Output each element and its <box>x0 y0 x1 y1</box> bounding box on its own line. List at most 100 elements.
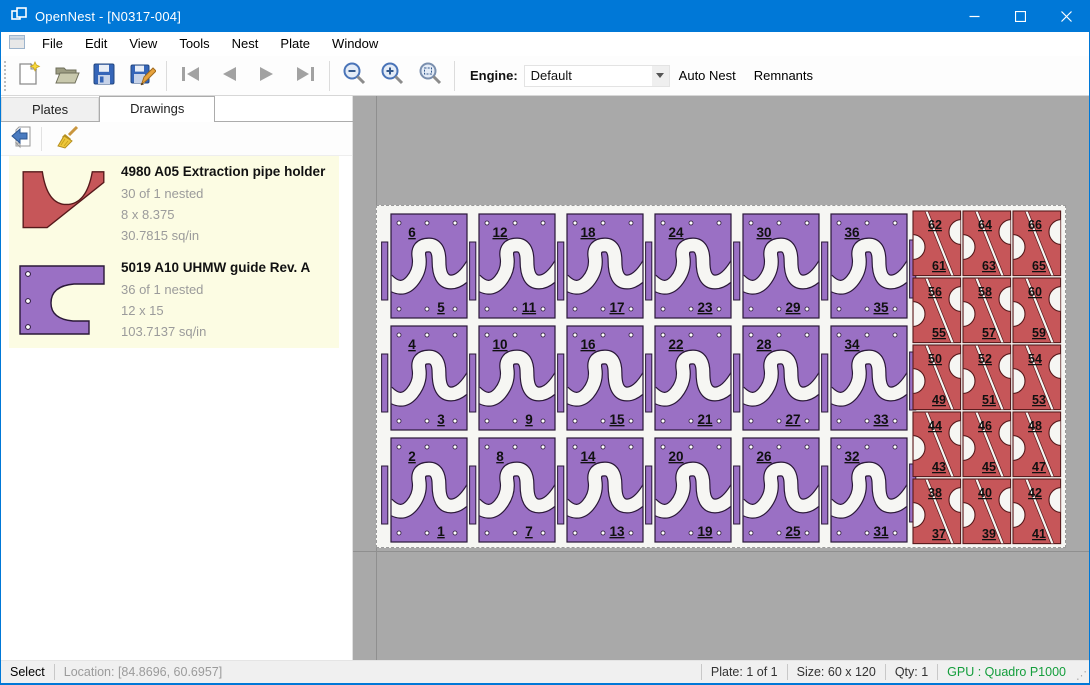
remnants-button[interactable]: Remnants <box>745 62 822 89</box>
svg-text:50: 50 <box>928 352 942 366</box>
drawing-area: 30.7815 sq/in <box>121 225 335 246</box>
nest-part-pair-36-35[interactable]: 3635 <box>821 210 917 322</box>
nest-part-pair-54-53[interactable]: 5453 <box>1012 344 1062 411</box>
zoom-in-button[interactable] <box>373 59 411 93</box>
drawing-size: 12 x 15 <box>121 300 335 321</box>
mdi-system-icon[interactable] <box>9 35 25 52</box>
tab-plates[interactable]: Plates <box>1 97 99 122</box>
svg-text:15: 15 <box>609 412 625 427</box>
minimize-button[interactable] <box>951 0 997 32</box>
part-thumbnail-purple <box>13 258 113 342</box>
svg-text:54: 54 <box>1028 352 1042 366</box>
menu-item-window[interactable]: Window <box>321 33 389 54</box>
engine-select[interactable]: Default <box>524 65 670 87</box>
nest-part-pair-56-55[interactable]: 5655 <box>912 277 962 344</box>
nest-part-pair-32-31[interactable]: 3231 <box>821 434 917 546</box>
svg-text:37: 37 <box>932 527 946 541</box>
nest-part-pair-34-33[interactable]: 3433 <box>821 322 917 434</box>
plate[interactable]: 6512111817242330293635431091615222128273… <box>376 205 1066 548</box>
clear-drawings-button[interactable] <box>52 125 82 153</box>
menu-item-file[interactable]: File <box>31 33 74 54</box>
tab-drawings[interactable]: Drawings <box>99 96 215 122</box>
nest-part-pair-4-3[interactable]: 43 <box>381 322 469 434</box>
list-item-drawing-1[interactable]: 4980 A05 Extraction pipe holder 30 of 1 … <box>9 156 339 252</box>
zoom-out-button[interactable] <box>335 59 373 93</box>
save-as-icon <box>128 60 156 91</box>
nest-part-pair-12-11[interactable]: 1211 <box>469 210 557 322</box>
svg-text:63: 63 <box>982 259 996 273</box>
nest-part-pair-20-19[interactable]: 2019 <box>645 434 733 546</box>
maximize-button[interactable] <box>997 0 1043 32</box>
chevron-down-icon[interactable] <box>652 66 669 86</box>
zoom-fit-button[interactable] <box>411 59 449 93</box>
nest-part-pair-24-23[interactable]: 2423 <box>645 210 733 322</box>
nest-part-pair-64-63[interactable]: 64 63 <box>962 210 1012 277</box>
open-nest-icon <box>52 60 80 91</box>
nest-part-pair-28-27[interactable]: 2827 <box>733 322 821 434</box>
app-icon <box>11 7 27 26</box>
import-drawing-icon <box>10 125 34 152</box>
svg-text:10: 10 <box>492 337 507 352</box>
nest-part-pair-26-25[interactable]: 2625 <box>733 434 821 546</box>
svg-text:56: 56 <box>928 285 942 299</box>
nest-part-pair-52-51[interactable]: 5251 <box>962 344 1012 411</box>
nest-part-pair-2-1[interactable]: 21 <box>381 434 469 546</box>
menu-item-nest[interactable]: Nest <box>221 33 270 54</box>
nest-part-pair-16-15[interactable]: 1615 <box>557 322 645 434</box>
nest-part-pair-6-5[interactable]: 65 <box>381 210 469 322</box>
go-previous-button[interactable] <box>210 59 248 93</box>
svg-text:57: 57 <box>982 326 996 340</box>
new-drawing-button[interactable] <box>9 59 47 93</box>
import-drawing-button[interactable] <box>7 125 37 153</box>
status-qty: Qty: 1 <box>895 665 928 679</box>
nest-part-pair-38-37[interactable]: 3837 <box>912 478 962 545</box>
menu-item-view[interactable]: View <box>118 33 168 54</box>
svg-text:3: 3 <box>437 412 445 427</box>
nest-part-pair-42-41[interactable]: 4241 <box>1012 478 1062 545</box>
svg-text:64: 64 <box>978 218 992 232</box>
nest-part-pair-10-9[interactable]: 10 9 <box>469 322 557 434</box>
save-as-button[interactable] <box>123 59 161 93</box>
nest-part-pair-50-49[interactable]: 50 49 <box>912 344 962 411</box>
svg-text:26: 26 <box>756 449 772 464</box>
menu-item-tools[interactable]: Tools <box>168 33 220 54</box>
nest-part-pair-14-13[interactable]: 1413 <box>557 434 645 546</box>
go-first-button[interactable] <box>172 59 210 93</box>
nest-part-pair-48-47[interactable]: 4847 <box>1012 411 1062 478</box>
svg-text:46: 46 <box>978 419 992 433</box>
drawings-toolbar <box>1 122 352 156</box>
close-button[interactable] <box>1043 0 1089 32</box>
open-nest-button[interactable] <box>47 59 85 93</box>
nest-part-pair-66-65[interactable]: 6665 <box>1012 210 1062 277</box>
svg-text:49: 49 <box>932 393 946 407</box>
nest-part-pair-22-21[interactable]: 2221 <box>645 322 733 434</box>
nest-part-pair-46-45[interactable]: 4645 <box>962 411 1012 478</box>
svg-text:9: 9 <box>525 412 533 427</box>
go-next-button[interactable] <box>248 59 286 93</box>
auto-nest-button[interactable]: Auto Nest <box>670 62 745 89</box>
resize-grip[interactable]: ⋰ <box>1076 669 1086 682</box>
nest-part-pair-60-59[interactable]: 6059 <box>1012 277 1062 344</box>
status-mode: Select <box>10 665 45 679</box>
menu-item-plate[interactable]: Plate <box>269 33 321 54</box>
svg-text:48: 48 <box>1028 419 1042 433</box>
svg-text:43: 43 <box>932 460 946 474</box>
svg-text:30: 30 <box>756 225 771 240</box>
panel-tabs: Plates Drawings <box>1 96 215 122</box>
nest-part-pair-44-43[interactable]: 4443 <box>912 411 962 478</box>
nest-part-pair-40-39[interactable]: 4039 <box>962 478 1012 545</box>
nest-part-pair-30-29[interactable]: 3029 <box>733 210 821 322</box>
save-nest-button[interactable] <box>85 59 123 93</box>
nest-part-pair-18-17[interactable]: 1817 <box>557 210 645 322</box>
svg-text:39: 39 <box>982 527 996 541</box>
drawings-list: 4980 A05 Extraction pipe holder 30 of 1 … <box>1 156 352 660</box>
nest-part-pair-58-57[interactable]: 5857 <box>962 277 1012 344</box>
go-last-button[interactable] <box>286 59 324 93</box>
engine-selected-value: Default <box>525 68 652 83</box>
nest-part-pair-8-7[interactable]: 87 <box>469 434 557 546</box>
svg-text:27: 27 <box>785 412 800 427</box>
nest-part-pair-62-61[interactable]: 6261 <box>912 210 962 277</box>
menu-item-edit[interactable]: Edit <box>74 33 118 54</box>
nest-canvas[interactable]: 6512111817242330293635431091615222128273… <box>353 96 1090 660</box>
list-item-drawing-2[interactable]: 5019 A10 UHMW guide Rev. A 36 of 1 neste… <box>9 252 339 348</box>
